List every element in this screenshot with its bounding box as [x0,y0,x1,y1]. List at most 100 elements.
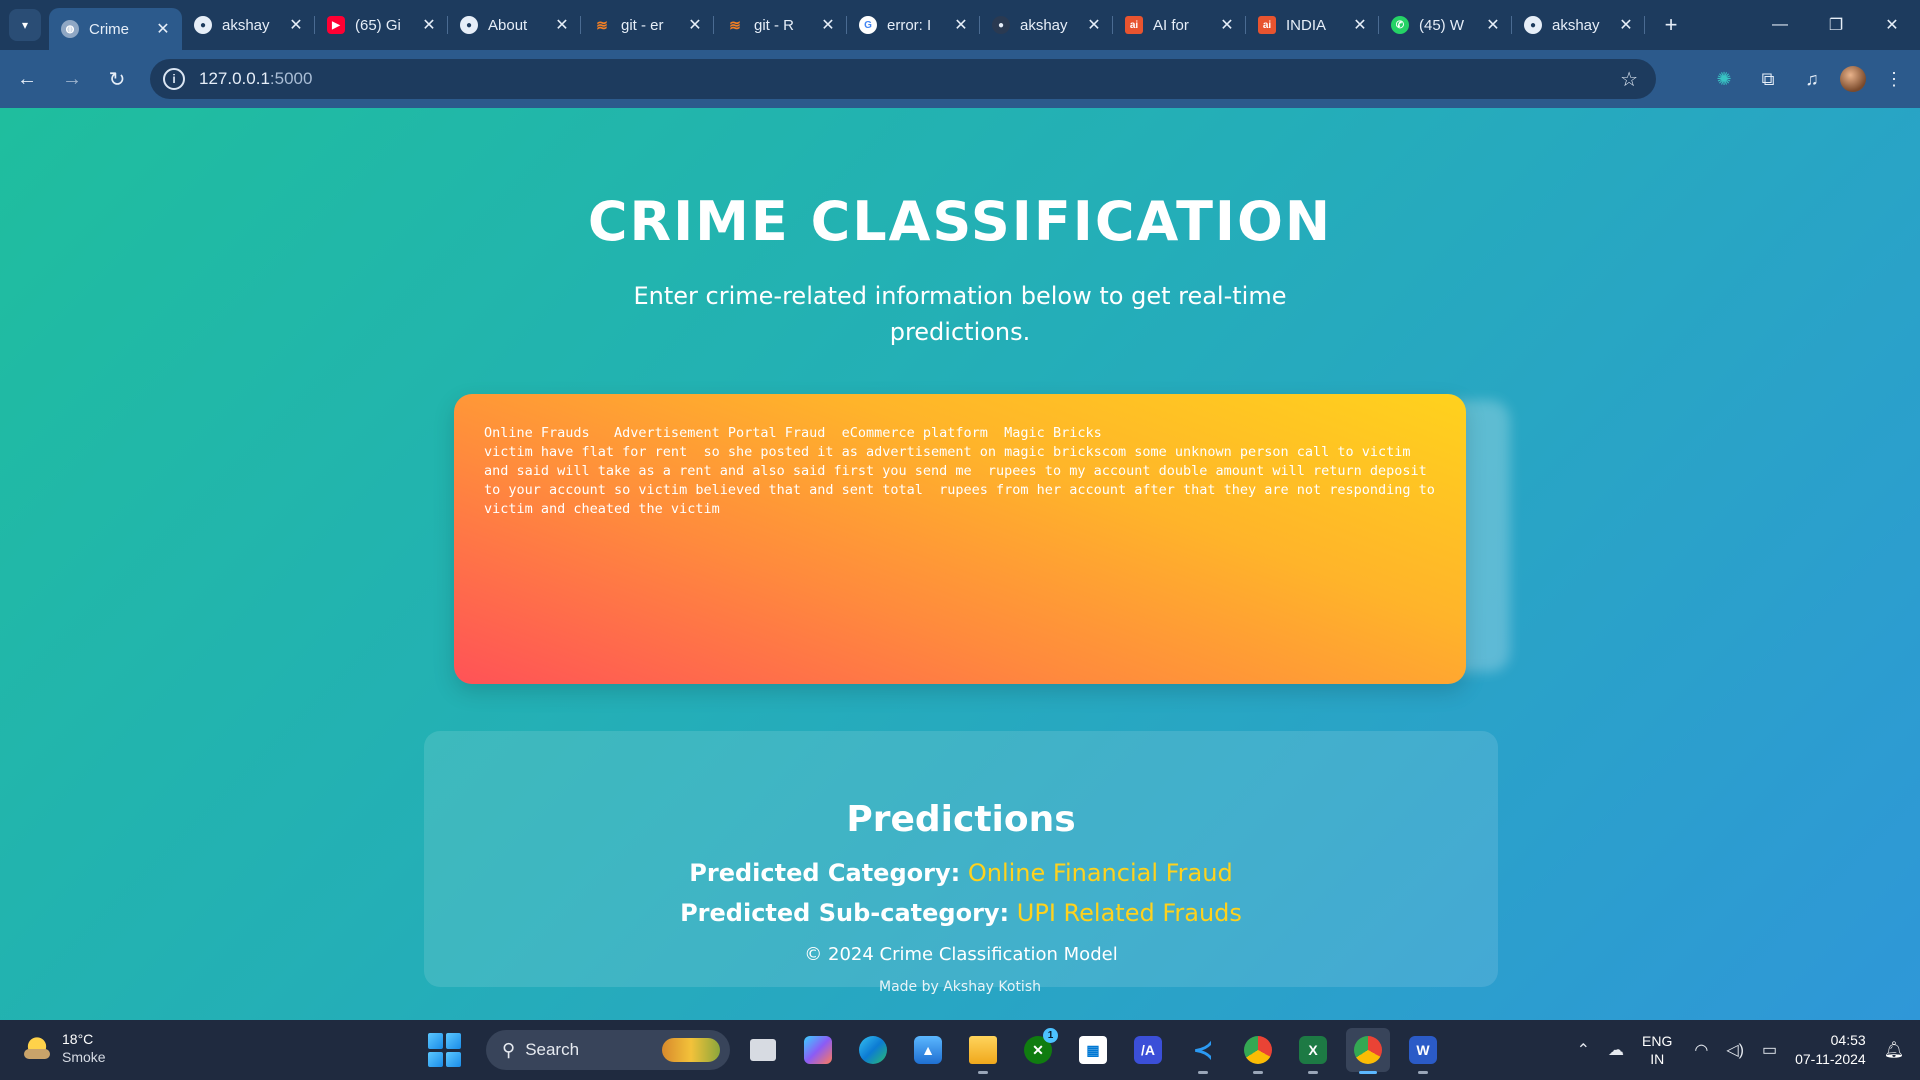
weather-temp: 18°C [62,1031,94,1047]
tab-ai-for[interactable]: ai AI for ✕ [1113,0,1246,50]
system-tray: ⌃ ☁ ENG IN ◠ ◁) ▭ 04:53 07-11-2024 🔔︎ [1577,1020,1920,1080]
youtube-icon: ▶ [327,16,345,34]
task-view-button[interactable] [741,1028,785,1072]
ms-store-button[interactable]: ▦ [1071,1028,1115,1072]
predicted-category-label: Predicted Category: [689,859,961,887]
tab-title: AI for [1153,16,1189,34]
search-icon: ⚲ [502,1039,516,1060]
bookmark-star-icon[interactable]: ☆ [1620,67,1638,92]
task-view-icon [750,1039,776,1061]
site-info-icon[interactable]: i [163,68,185,90]
back-button[interactable]: ← [9,61,45,97]
xbox-button[interactable]: ✕ 1 [1016,1028,1060,1072]
whatsapp-icon: ✆ [1391,16,1409,34]
battery-icon[interactable]: ▭ [1762,1040,1777,1060]
volume-icon[interactable]: ◁) [1726,1040,1744,1060]
url-text[interactable]: 127.0.0.1:5000 [199,69,312,89]
clock[interactable]: 04:53 07-11-2024 [1795,1031,1866,1069]
predicted-category-value: Online Financial Fraud [967,859,1233,887]
ai-tool-button[interactable]: /A [1126,1028,1170,1072]
copilot-button[interactable] [796,1028,840,1072]
tab-crime[interactable]: ◍ Crime ✕ [49,8,182,50]
weather-widget[interactable]: 18°C Smoke [22,1030,106,1066]
chevron-down-icon: ▾ [21,18,29,32]
close-icon[interactable]: ✕ [1351,15,1369,35]
predicted-category: Predicted Category: Online Financial Fra… [424,859,1498,887]
tab-whatsapp[interactable]: ✆ (45) W ✕ [1379,0,1512,50]
menu-kebab-icon[interactable]: ⋮ [1878,63,1910,95]
tab-india[interactable]: ai INDIA ✕ [1246,0,1379,50]
tab-title: INDIA [1286,16,1327,34]
close-icon[interactable]: ✕ [420,15,438,35]
tab-title: git - R [754,16,795,34]
stackoverflow-icon: ≋ [729,16,741,33]
copilot-icon [804,1036,832,1064]
predicted-subcategory-label: Predicted Sub-category: [680,899,1010,927]
tab-github-akshay-2[interactable]: ● akshay ✕ [980,0,1113,50]
github-icon: ● [194,16,212,34]
chrome-button[interactable] [1236,1028,1280,1074]
close-icon[interactable]: ✕ [154,19,172,39]
edge-button[interactable] [851,1028,895,1072]
tab-github-akshay-3[interactable]: ● akshay ✕ [1512,0,1645,50]
close-icon[interactable]: ✕ [1085,15,1103,35]
vscode-button[interactable]: ≺ [1181,1028,1225,1074]
notification-bell-icon[interactable]: 🔔︎ [1884,1040,1904,1060]
language-bottom: IN [1650,1051,1665,1067]
chevron-up-icon[interactable]: ⌃ [1577,1040,1590,1060]
photos-button[interactable]: ▲ [906,1028,950,1072]
close-icon[interactable]: ✕ [553,15,571,35]
close-icon[interactable]: ✕ [952,15,970,35]
close-icon[interactable]: ✕ [819,15,837,35]
close-icon[interactable]: ✕ [1218,15,1236,35]
edge-icon [859,1036,887,1064]
ai-icon: ai [1258,16,1276,34]
web-page: CRIME CLASSIFICATION Enter crime-related… [0,108,1920,1020]
start-button[interactable] [428,1033,462,1067]
url-port: :5000 [269,69,313,88]
restore-icon[interactable]: ❐ [1808,0,1864,50]
media-controls-icon[interactable]: ♫ [1796,63,1828,95]
github-icon: ● [992,16,1010,34]
close-window-icon[interactable]: ✕ [1864,0,1920,50]
arrow-right-icon: → [62,67,82,90]
excel-button[interactable]: X [1291,1028,1335,1074]
chrome-profile-button[interactable] [1346,1028,1390,1074]
taskbar-apps: ⚲ Search ▲ ✕ 1 ▦ /A ≺ X W [428,1028,1445,1074]
toolbar-actions: ✺ ⧉ ♫ ⋮ [1708,60,1910,98]
reload-button[interactable]: ↻ [99,61,135,97]
tab-stackoverflow-1[interactable]: ≋ git - er ✕ [581,0,714,50]
predicted-subcategory: Predicted Sub-category: UPI Related Frau… [424,899,1498,927]
notification-badge: 1 [1043,1028,1058,1043]
taskbar-search[interactable]: ⚲ Search [486,1030,730,1070]
extension-openai-icon[interactable]: ✺ [1708,63,1740,95]
close-icon[interactable]: ✕ [686,15,704,35]
crime-info-textarea[interactable]: Online Frauds Advertisement Portal Fraud… [454,394,1466,684]
photos-icon: ▲ [914,1036,942,1064]
tab-github-about[interactable]: ● About ✕ [448,0,581,50]
arrow-left-icon: ← [17,67,37,90]
file-explorer-button[interactable] [961,1028,1005,1074]
close-icon[interactable]: ✕ [1617,15,1635,35]
profile-avatar[interactable] [1840,66,1866,92]
google-icon: G [859,16,877,34]
ai-tool-icon: /A [1134,1036,1162,1064]
word-button[interactable]: W [1401,1028,1445,1074]
wifi-icon[interactable]: ◠ [1694,1040,1708,1060]
address-bar[interactable]: i 127.0.0.1:5000 ☆ [150,59,1656,99]
close-icon[interactable]: ✕ [287,15,305,35]
new-tab-button[interactable]: + [1657,12,1685,38]
close-icon[interactable]: ✕ [1484,15,1502,35]
tab-youtube[interactable]: ▶ (65) Gi ✕ [315,0,448,50]
store-icon: ▦ [1079,1036,1107,1064]
tab-github-akshay[interactable]: ● akshay ✕ [182,0,315,50]
tab-google-error[interactable]: G error: I ✕ [847,0,980,50]
tab-search-button[interactable]: ▾ [9,9,41,41]
minimize-icon[interactable]: — [1752,0,1808,50]
extensions-puzzle-icon[interactable]: ⧉ [1752,63,1784,95]
tab-stackoverflow-2[interactable]: ≋ git - R ✕ [714,0,847,50]
forward-button[interactable]: → [54,61,90,97]
onedrive-off-icon[interactable]: ☁ [1608,1040,1624,1060]
language-indicator[interactable]: ENG IN [1642,1032,1672,1068]
weather-condition: Smoke [62,1049,106,1065]
